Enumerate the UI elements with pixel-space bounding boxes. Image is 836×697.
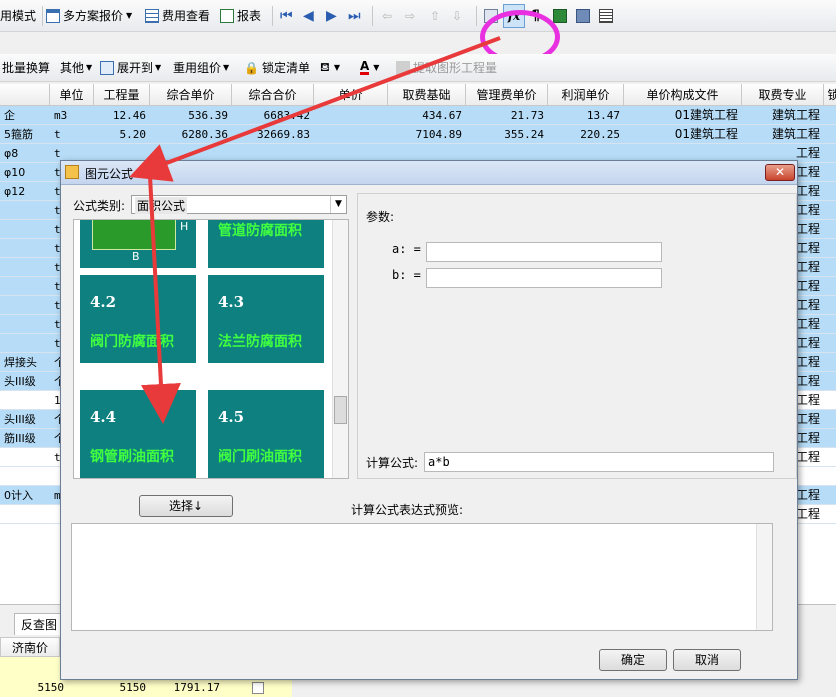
annotation-arrow [129,36,501,182]
annotation-arrows [129,36,501,424]
annotation-arrow [140,175,181,424]
